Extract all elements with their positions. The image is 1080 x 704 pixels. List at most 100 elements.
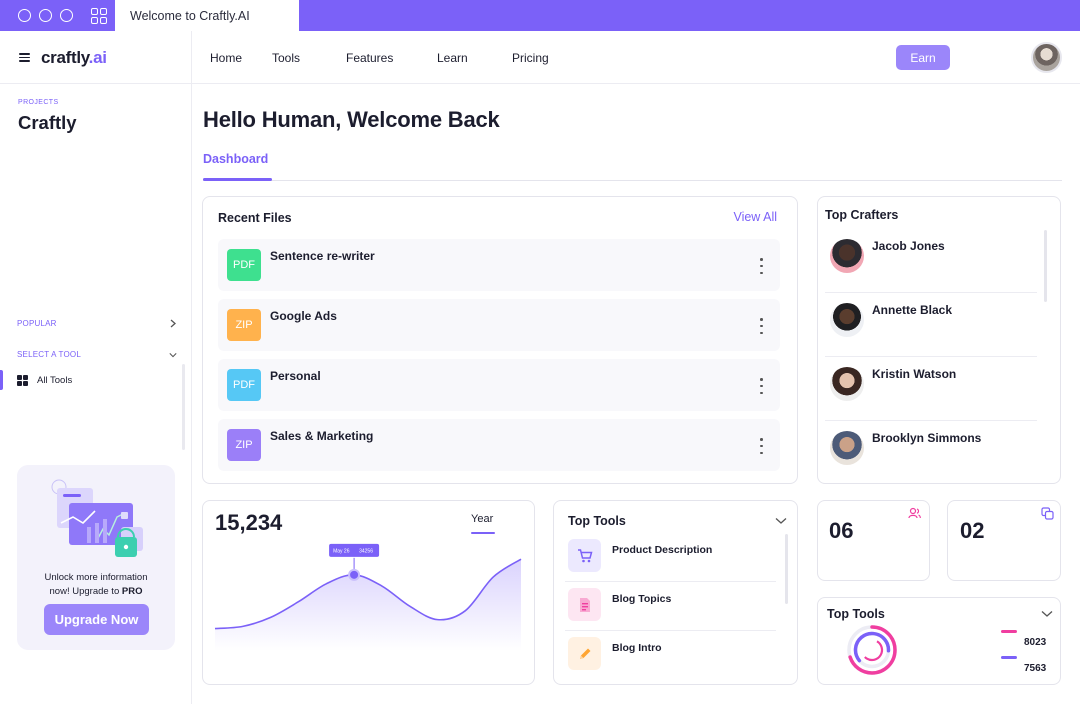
- active-indicator: [0, 370, 3, 390]
- popular-section[interactable]: POPULAR: [17, 319, 177, 328]
- top-tools-list-card: Top Tools Product Description Blog Topic…: [553, 500, 798, 685]
- file-name: Personal: [270, 369, 321, 383]
- pencil-icon: [568, 637, 601, 670]
- counter-card: 02: [947, 500, 1061, 581]
- file-row[interactable]: ZIP Google Ads: [218, 299, 780, 351]
- nav-learn[interactable]: Learn: [437, 51, 512, 65]
- apps-grid-icon[interactable]: [91, 7, 107, 24]
- upgrade-illustration: [51, 479, 143, 557]
- legend-swatch-pink: [1001, 630, 1017, 633]
- crafter-item[interactable]: Kristin Watson: [825, 357, 1037, 421]
- more-options-icon[interactable]: [760, 378, 763, 394]
- crafter-name: Kristin Watson: [872, 367, 957, 381]
- legend-value-1: 8023: [1024, 637, 1047, 648]
- logo[interactable]: craftly.ai: [41, 48, 107, 68]
- tab-dashboard[interactable]: Dashboard: [203, 152, 268, 166]
- area-chart: May 26 34256: [214, 543, 522, 651]
- tooltip-value: 34256: [359, 548, 373, 554]
- menu-icon[interactable]: [19, 53, 30, 62]
- grid-icon: [17, 374, 28, 386]
- file-name: Sentence re-writer: [270, 249, 375, 263]
- crafter-item[interactable]: Brooklyn Simmons: [825, 421, 1037, 485]
- chevron-down-icon[interactable]: [1041, 610, 1053, 618]
- sidebar: PROJECTS Craftly POPULAR SELECT A TOOL A…: [0, 84, 192, 704]
- upgrade-line2: now! Upgrade to: [49, 585, 122, 597]
- legend-swatch-purple: [1001, 656, 1017, 659]
- project-name[interactable]: Craftly: [18, 112, 77, 134]
- popular-label: POPULAR: [17, 319, 57, 328]
- chevron-down-icon[interactable]: [775, 517, 787, 525]
- logo-suffix: .ai: [88, 47, 107, 67]
- pdf-file-icon: PDF: [227, 369, 261, 401]
- upgrade-now-button[interactable]: Upgrade Now: [44, 604, 149, 635]
- select-tool-section[interactable]: SELECT A TOOL: [17, 350, 177, 359]
- sidebar-scrollbar[interactable]: [182, 364, 185, 450]
- tooltip-date: May 26: [333, 548, 350, 554]
- app-window: Welcome to Craftly.AI craftly.ai Home To…: [0, 0, 1080, 704]
- top-tools-ring-title: Top Tools: [827, 607, 885, 621]
- all-tools-label: All Tools: [37, 374, 73, 386]
- more-options-icon[interactable]: [760, 258, 763, 274]
- nav-home[interactable]: Home: [210, 51, 272, 65]
- file-row[interactable]: ZIP Sales & Marketing: [218, 419, 780, 471]
- top-tools-title: Top Tools: [568, 514, 626, 528]
- brand-area: craftly.ai: [0, 31, 192, 84]
- pdf-file-icon: PDF: [227, 249, 261, 281]
- upgrade-card: Unlock more information now! Upgrade to …: [17, 465, 175, 650]
- crafter-item[interactable]: Jacob Jones: [825, 229, 1037, 293]
- tool-name: Blog Topics: [612, 593, 672, 605]
- tool-name: Blog Intro: [612, 642, 662, 654]
- recent-files-card: Recent Files View All PDF Sentence re-wr…: [202, 196, 798, 484]
- crafter-item[interactable]: Annette Black: [825, 293, 1037, 357]
- nav-links: Home Tools Features Learn Pricing: [210, 31, 549, 84]
- earn-button[interactable]: Earn: [896, 45, 950, 70]
- file-row[interactable]: PDF Personal: [218, 359, 780, 411]
- file-row[interactable]: PDF Sentence re-writer: [218, 239, 780, 291]
- tools-scrollbar[interactable]: [785, 534, 788, 604]
- tool-item[interactable]: Product Description: [565, 533, 776, 582]
- top-tools-ring-card: Top Tools 8023 7563: [817, 597, 1061, 685]
- browser-tab[interactable]: Welcome to Craftly.AI: [115, 0, 299, 31]
- page-title: Hello Human, Welcome Back: [203, 107, 500, 132]
- legend-value-2: 7563: [1024, 663, 1047, 674]
- tabs-divider: [203, 180, 1062, 181]
- tool-item[interactable]: Blog Intro: [565, 631, 776, 680]
- browser-titlebar: Welcome to Craftly.AI: [0, 0, 1080, 31]
- user-avatar[interactable]: [1031, 42, 1062, 73]
- file-name: Google Ads: [270, 309, 337, 323]
- upgrade-pro: PRO: [121, 585, 143, 597]
- upgrade-text: Unlock more information now! Upgrade to …: [17, 571, 175, 598]
- window-dot-1[interactable]: [18, 9, 31, 22]
- crafter-name: Annette Black: [872, 303, 953, 317]
- sidebar-item-all-tools[interactable]: All Tools: [0, 370, 180, 390]
- view-all-link[interactable]: View All: [733, 210, 777, 224]
- crafter-avatar: [830, 367, 864, 401]
- cart-icon: [568, 539, 601, 572]
- top-nav: craftly.ai Home Tools Features Learn Pri…: [0, 31, 1080, 84]
- window-dot-3[interactable]: [60, 9, 73, 22]
- more-options-icon[interactable]: [760, 318, 763, 334]
- nav-features[interactable]: Features: [346, 51, 437, 65]
- upgrade-line1: Unlock more information: [44, 572, 148, 583]
- chevron-right-icon: [169, 319, 177, 328]
- window-controls: [0, 0, 115, 31]
- more-options-icon[interactable]: [760, 438, 763, 454]
- crafter-name: Brooklyn Simmons: [872, 431, 982, 445]
- chevron-down-icon: [169, 351, 177, 359]
- nav-pricing[interactable]: Pricing: [512, 51, 549, 65]
- counter-value: 02: [960, 518, 985, 543]
- crafter-avatar: [830, 239, 864, 273]
- zip-file-icon: ZIP: [227, 429, 261, 461]
- tool-name: Product Description: [612, 544, 713, 556]
- top-crafters-card: Top Crafters Jacob Jones Annette Black K…: [817, 196, 1061, 484]
- crafter-avatar: [830, 303, 864, 337]
- highlight-point[interactable]: [348, 568, 361, 581]
- nav-tools[interactable]: Tools: [272, 51, 346, 65]
- tool-item[interactable]: Blog Topics: [565, 582, 776, 631]
- crafters-scrollbar[interactable]: [1044, 230, 1047, 302]
- window-dot-2[interactable]: [39, 9, 52, 22]
- crafter-name: Jacob Jones: [872, 239, 945, 253]
- donut-chart: [847, 625, 897, 675]
- zip-file-icon: ZIP: [227, 309, 261, 341]
- counter-card: 06: [817, 500, 930, 581]
